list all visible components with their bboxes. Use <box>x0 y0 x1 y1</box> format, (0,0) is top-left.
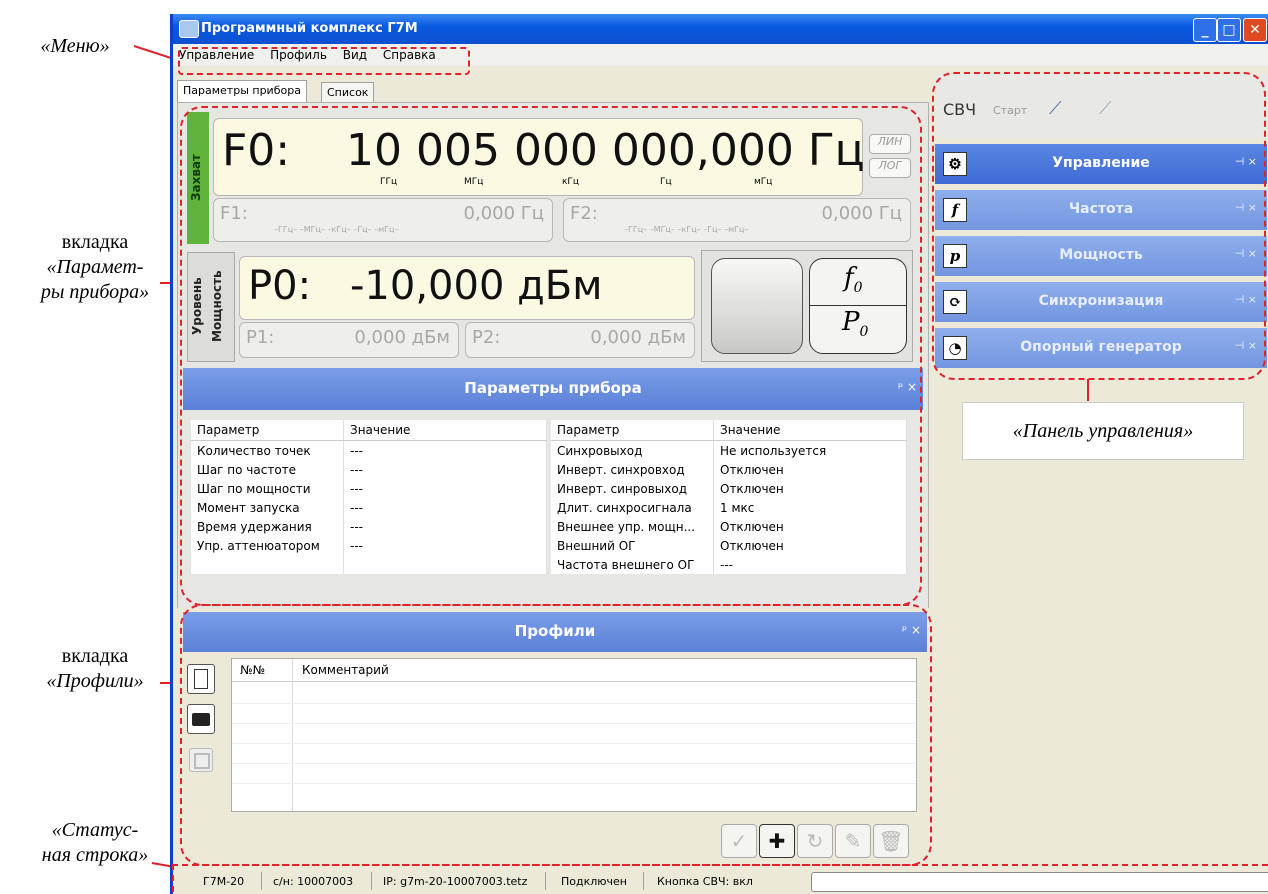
table-row: Внешний ОГ Отключен <box>551 536 907 555</box>
folder-icon <box>192 713 210 726</box>
app-icon <box>179 20 199 38</box>
profiles-pin-close[interactable]: ᵖ × <box>902 623 921 637</box>
status-model: Г7М-20 <box>203 875 245 888</box>
f0-label: F0: <box>222 125 291 176</box>
f0-display: F0: 10 005 000 000,000 Гц ГГц МГц кГц Гц… <box>213 118 865 196</box>
col-num: №№ <box>240 663 265 677</box>
panel-item-power[interactable]: p Мощность ⊣ × <box>935 236 1267 276</box>
minimize-button[interactable]: _ <box>1193 18 1217 42</box>
panel-item-frequency[interactable]: f Частота ⊣ × <box>935 190 1267 230</box>
status-ip: IP: g7m-20-10007003.tetz <box>383 875 528 888</box>
table-row: Длит. синхросигнала 1 мкс <box>551 498 907 517</box>
maximize-button[interactable]: □ <box>1217 18 1241 42</box>
new-file-icon <box>194 669 208 689</box>
tab-device-params[interactable]: Параметры прибора <box>177 80 307 102</box>
close-button[interactable]: ✕ <box>1243 18 1267 42</box>
table-row: Инверт. синровыход Отключен <box>551 479 907 498</box>
f0-symbol: f0 <box>844 263 863 297</box>
leader-control-panel <box>1087 379 1089 401</box>
p0-label: P0: <box>248 263 312 309</box>
unit-khz: кГц <box>562 177 580 187</box>
open-profile-button[interactable] <box>187 704 215 734</box>
capture-button[interactable]: Захват <box>187 112 209 244</box>
add-button[interactable]: ✚ <box>759 824 795 858</box>
panel-item-control[interactable]: ⚙ Управление ⊣ × <box>935 144 1267 184</box>
control-panel: СВЧ Старт ⟋ ⟋ ⚙ Управление ⊣ × f Частота… <box>935 74 1268 868</box>
disconnect-icon[interactable]: ⟋ <box>1099 98 1112 119</box>
table-row: Время удержания --- <box>191 517 547 536</box>
svch-button[interactable]: СВЧ <box>943 100 976 119</box>
mode-lin-button[interactable]: ЛИН <box>869 134 911 154</box>
save-icon <box>194 753 210 769</box>
unit-ghz: ГГц <box>380 177 398 187</box>
p1-display: P1: 0,000 дБм <box>239 322 459 358</box>
params-table-right: Параметр Значение Синхровыход Не используе… <box>551 420 907 574</box>
annotation-control-panel: «Панель управления» <box>962 402 1244 460</box>
table-row: Количество точек --- <box>191 440 547 460</box>
edit-button[interactable]: ✎ <box>835 824 871 858</box>
table-row: Синхровыход Не используется <box>551 440 907 460</box>
table-row: Инверт. синхровход Отключен <box>551 460 907 479</box>
p0-display: P0: -10,000 дБм <box>239 256 695 320</box>
p0-value: -10,000 дБм <box>350 263 603 309</box>
table-row: Шаг по частоте --- <box>191 460 547 479</box>
annotation-profiles-tab: вкладка «Профили» <box>46 645 144 692</box>
menu-bar: Управление Профиль Вид Справка <box>173 44 1268 66</box>
f2-display: F2: 0,000 Гц –ГГц– –МГц– –кГц– –Гц– –мГц… <box>563 198 911 242</box>
p2-display: P2: 0,000 дБм <box>465 322 695 358</box>
mode-log-button[interactable]: ЛОГ <box>869 158 911 178</box>
menu-item-profile[interactable]: Профиль <box>264 44 333 62</box>
delete-button[interactable]: 🗑 <box>873 824 909 858</box>
table-row: Шаг по мощности --- <box>191 479 547 498</box>
apply-button[interactable]: ✓ <box>721 824 757 858</box>
table-row: Момент запуска --- <box>191 498 547 517</box>
status-serial: с/н: 10007003 <box>273 875 354 888</box>
table-row: Частота внешнего ОГ --- <box>551 555 907 574</box>
annotation-menu: «Меню» <box>40 35 110 57</box>
f0-value: 10 005 000 000,000 Гц <box>346 125 865 176</box>
panel-item-sync[interactable]: ⟳ Синхронизация ⊣ × <box>935 282 1267 322</box>
params-panel-header: Параметры прибора ᵖ × <box>183 368 923 410</box>
profiles-panel-header: Профили ᵖ × <box>183 612 927 652</box>
start-button[interactable]: Старт <box>993 104 1027 117</box>
f1-display: F1: 0,000 Гц –ГГц– –МГц– –кГц– –Гц– –мГц… <box>213 198 553 242</box>
unit-mhz: МГц <box>464 177 484 187</box>
profiles-list: №№ Комментарий <box>231 658 917 812</box>
new-profile-button[interactable] <box>187 664 215 694</box>
annotation-status-bar: «Статус- ная строка» <box>41 819 149 866</box>
tab-list[interactable]: Список <box>321 82 375 102</box>
params-table-left: Параметр Значение Количество точек --- Шаг… <box>191 420 547 574</box>
status-connection: Подключен <box>561 875 627 888</box>
status-progress <box>811 872 1268 892</box>
title-bar: Программный комплекс Г7М _ □ ✕ <box>173 14 1268 44</box>
menu-item-view[interactable]: Вид <box>337 44 373 62</box>
panel-pin-close[interactable]: ᵖ × <box>898 380 917 394</box>
save-profile-button[interactable] <box>189 748 213 772</box>
connect-icon[interactable]: ⟋ <box>1049 98 1062 119</box>
status-rf-button: Кнопка СВЧ: вкл <box>657 875 753 888</box>
refresh-button[interactable]: ↻ <box>797 824 833 858</box>
f0-p0-button[interactable]: f0 P0 <box>809 258 907 354</box>
unit-hz: Гц <box>660 177 672 187</box>
annotation-params-tab: вкладка «Парамет- ры прибора» <box>40 231 150 303</box>
power-level-toggle[interactable]: Уровень Мощность <box>187 252 235 362</box>
unit-mhz-milli: мГц <box>754 177 773 187</box>
table-row: Внешнее упр. мощн... Отключен <box>551 517 907 536</box>
status-bar: Г7М-20 с/н: 10007003 IP: g7m-20-10007003… <box>173 868 1268 894</box>
window-title: Программный комплекс Г7М <box>201 21 418 36</box>
col-comment: Комментарий <box>302 663 389 677</box>
panel-item-reference[interactable]: ◔ Опорный генератор ⊣ × <box>935 328 1267 368</box>
table-row: Упр. аттенюатором --- <box>191 536 547 555</box>
menu-item-help[interactable]: Справка <box>377 44 442 62</box>
p0-symbol: P0 <box>842 307 869 341</box>
menu-item-control[interactable]: Управление <box>173 44 260 62</box>
rf-on-button[interactable] <box>711 258 803 354</box>
